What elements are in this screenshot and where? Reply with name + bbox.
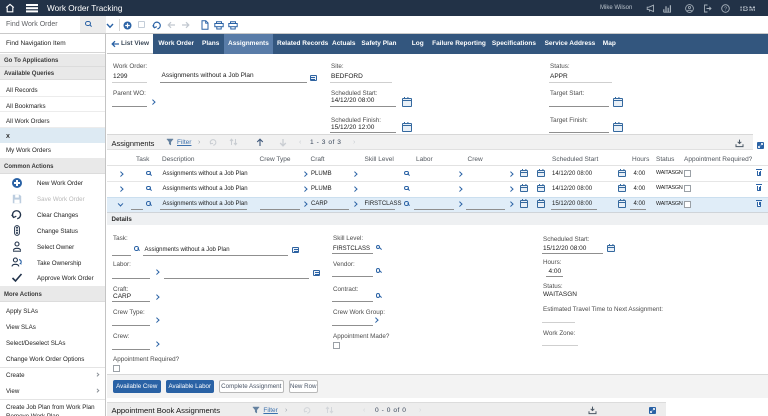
svg-text:?: ?	[724, 6, 727, 12]
svg-text:IBM: IBM	[740, 4, 756, 13]
